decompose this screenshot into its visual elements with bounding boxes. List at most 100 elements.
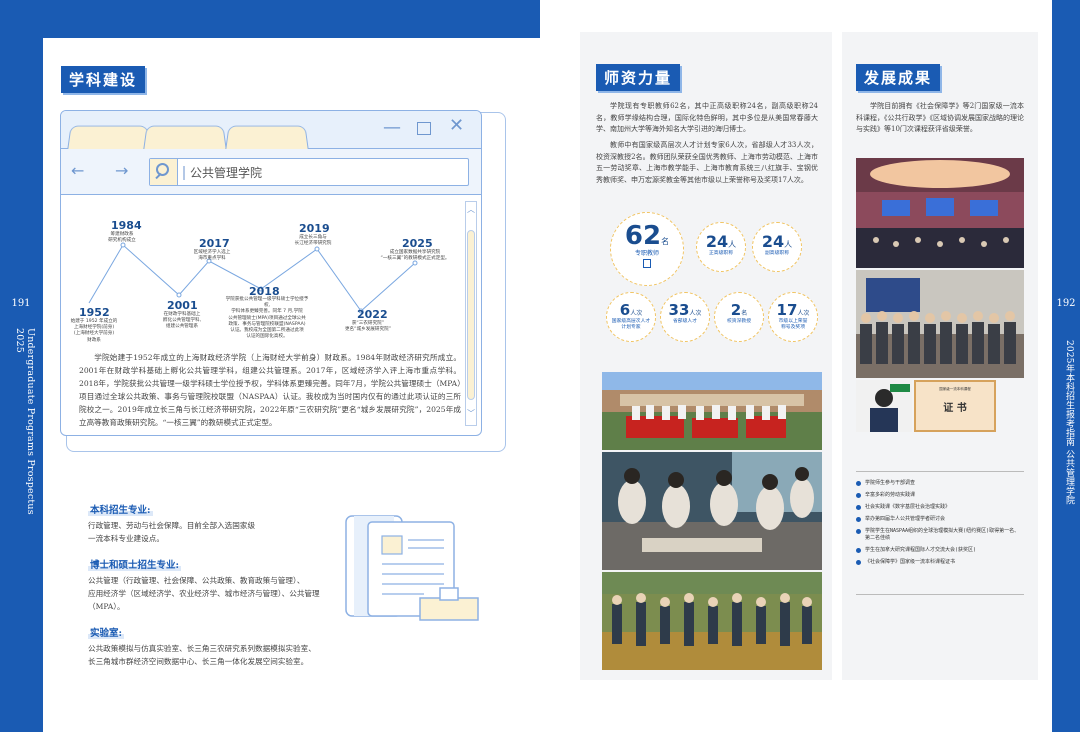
list-item: 学院学生在NASPAA组织的全球治理模拟大赛(纽约赛区)取得第一名、第二名佳绩: [856, 528, 1022, 542]
timeline-note: 在财政学科基础上 孵化公共管理学科, 组建公共管理系: [162, 312, 202, 330]
section-title-discipline: 学科建设: [61, 66, 146, 93]
document-icon: [345, 515, 479, 621]
stat-label: 专职教师: [634, 250, 659, 257]
caption-text: 社会实践课《数字基层社会治理实践》: [865, 504, 951, 510]
stat-circle: 6人次 国家级高层次人才 计划专家: [606, 292, 656, 342]
stat-label: 副高级职称: [765, 251, 789, 256]
faculty-paragraph-1: 学院现有专职教师62名，其中正高级职称24名，副高级职称24名，教师学缘结构合理…: [596, 102, 818, 134]
caption-text: 《社会保障学》国家级一流本科课程证书: [865, 559, 956, 565]
stat-label: 正高级职称: [709, 251, 733, 256]
stat-circle: 24人 副高级职称: [752, 222, 802, 272]
teacher-icon: [643, 259, 651, 268]
stat-unit: 人次: [630, 310, 643, 317]
timeline-note: 始建于 1952 年成立的 上海财经学院(前身) (上海财经大学前身) 财政系: [70, 319, 118, 343]
side-caption-left: Undergraduate Programs Prospectus 2025: [14, 328, 36, 515]
certificate-small-text: 国家级一流本科课程: [939, 387, 971, 391]
stat-unit: 人: [784, 240, 793, 249]
stat-unit: 人次: [797, 310, 810, 317]
stat-label: 省部级人才: [673, 319, 697, 324]
page-number-right: 192: [1056, 298, 1076, 309]
list-item: 学院师生参与干部调查: [856, 480, 1022, 487]
photo-captions: 学院师生参与干部调查 辛富多彩的劳动实践课 社会实践课《数字基层社会治理实践》 …: [856, 480, 1022, 571]
timeline-year: 1984: [111, 219, 142, 232]
programs-block: 本科招生专业: 行政管理、劳动与社会保障。目前全部入选国家级 一流本科专业建设点…: [88, 498, 348, 668]
intro-paragraph: 学院始建于1952年成立的上海财政经济学院（上海财经大学前身）财政系。1984年…: [79, 353, 461, 427]
timeline-note: 学院获批公共管理一级学科硕士学位授予权, 学科体系更臻完善。同年 7 月,学院 …: [225, 297, 309, 340]
stat-number: 33: [668, 301, 690, 319]
stat-number: 62: [624, 221, 662, 251]
caption-text: 辛富多彩的劳动实践课: [865, 492, 916, 498]
program-section: 博士和硕士招生专业: 公共管理（行政管理、社会保障、公共政策、教育政策与管理）、…: [88, 553, 348, 613]
list-item: 学生在加拿大研究课程国际人才交流大会(获奖区): [856, 547, 1022, 554]
program-heading: 博士和硕士招生专业:: [88, 560, 182, 571]
stat-number: 17: [776, 301, 798, 319]
program-text: 公共管理（行政管理、社会保障、公共政策、教育政策与管理）、 应用经济学（区域经济…: [88, 576, 320, 611]
stat-label: 国家级高层次人才 计划专家: [611, 319, 651, 330]
list-item: 辛富多彩的劳动实践课: [856, 492, 1022, 499]
certificate-title: 证 书: [943, 403, 967, 414]
side-caption-right: 2025年本科招生报考指南 公共管理学院: [1064, 340, 1074, 505]
photo-conference-hall: [856, 158, 1024, 268]
bullet-icon: [856, 493, 861, 498]
stat-number: 24: [705, 232, 729, 251]
bullet-icon: [856, 505, 861, 510]
list-item: 《社会保障学》国家级一流本科课程证书: [856, 559, 1022, 566]
stat-unit: 人: [728, 240, 737, 249]
caption-text: 学院师生参与干部调查: [865, 480, 916, 486]
page-number-left: 191: [11, 298, 31, 309]
stat-unit: 名: [661, 237, 670, 246]
left-top-band: [0, 0, 540, 38]
timeline-note: 筹建财政系 研究机构成立: [108, 232, 136, 244]
timeline-year: 2019: [299, 222, 330, 235]
stat-number: 6: [619, 301, 631, 319]
timeline-note: 获“三农研究院” 更名“城乡发展研究院”: [344, 321, 392, 333]
list-item: 举办第四届华人公共管理学者研讨会: [856, 516, 1022, 523]
achievements-paragraph: 学院目前拥有《社会保障学》等2门国家级一流本科课程，《公共行政学》《区域协调发展…: [856, 102, 1024, 134]
section-title-faculty: 师资力量: [596, 64, 681, 91]
stat-number: 2: [730, 301, 742, 319]
stat-label: 市级以上荣誉 称号及奖项: [778, 319, 808, 330]
timeline-year: 1952: [79, 306, 110, 319]
stat-label: 校资深教授: [727, 319, 751, 324]
bullet-icon: [856, 529, 861, 534]
timeline-year: 2025: [402, 237, 433, 250]
section-title-achievements: 发展成果: [856, 64, 941, 91]
certificate-image: 国家级一流本科课程 证 书: [914, 380, 996, 432]
stat-unit: 人次: [689, 310, 702, 317]
timeline-year: 2001: [167, 299, 198, 312]
timeline-year: 2022: [357, 308, 388, 321]
stat-number: 24: [761, 232, 785, 251]
caption-text: 学院学生在NASPAA组织的全球治理模拟大赛(纽约赛区)取得第一名、第二名佳绩: [865, 528, 1020, 541]
program-section: 实验室: 公共政策模拟与仿真实验室、长三角三农研究系列数据模拟实验室、 长三角城…: [88, 621, 348, 668]
browser-window: — ✕ ← → 公共管理学院 ︿ ﹀ 1984 筹建财政系 研究机构成立 201…: [60, 110, 482, 436]
timeline-note: 区域经济学入选上 海市重点学科: [193, 250, 231, 262]
divider: [856, 471, 1024, 472]
timeline-year: 2017: [199, 237, 230, 250]
faculty-paragraph-2: 教师中有国家级高层次人才计划专家6人次，省部级人才33人次，校资深教授2名。教师…: [596, 141, 818, 184]
program-heading: 实验室:: [88, 628, 125, 639]
stat-circle: 17人次 市级以上荣誉 称号及奖项: [768, 292, 818, 342]
program-heading: 本科招生专业:: [88, 505, 153, 516]
caption-text: 举办第四届华人公共管理学者研讨会: [865, 516, 946, 522]
stat-circle: 62名 专职教师: [610, 212, 684, 286]
program-section: 本科招生专业: 行政管理、劳动与社会保障。目前全部入选国家级 一流本科专业建设点…: [88, 498, 348, 545]
photo-rice-field: [602, 572, 822, 670]
bullet-icon: [856, 517, 861, 522]
program-text: 公共政策模拟与仿真实验室、长三角三农研究系列数据模拟实验室、 长三角城市群经济空…: [88, 644, 316, 666]
bullet-icon: [856, 548, 861, 553]
photo-group-flag: [602, 372, 822, 450]
timeline-note: 成立国家数据共享研究院 “一核三翼”的教研模式正式定型。: [380, 250, 450, 262]
photo-student-award: [856, 380, 912, 432]
stat-unit: 名: [741, 310, 748, 317]
divider: [856, 594, 1024, 595]
stat-circle: 24人 正高级职称: [696, 222, 746, 272]
program-text: 行政管理、劳动与社会保障。目前全部入选国家级 一流本科专业建设点。: [88, 521, 256, 543]
photo-group-seminar: [856, 270, 1024, 378]
timeline-note: 成立长三角与 长江经济带研究院: [294, 235, 332, 247]
list-item: 社会实践课《数字基层社会治理实践》: [856, 504, 1022, 511]
stat-circle: 33人次 省部级人才: [660, 292, 710, 342]
photo-kitchen-practice: [602, 452, 822, 570]
stat-circle: 2名 校资深教授: [714, 292, 764, 342]
bullet-icon: [856, 560, 861, 565]
caption-text: 学生在加拿大研究课程国际人才交流大会(获奖区): [865, 547, 977, 553]
